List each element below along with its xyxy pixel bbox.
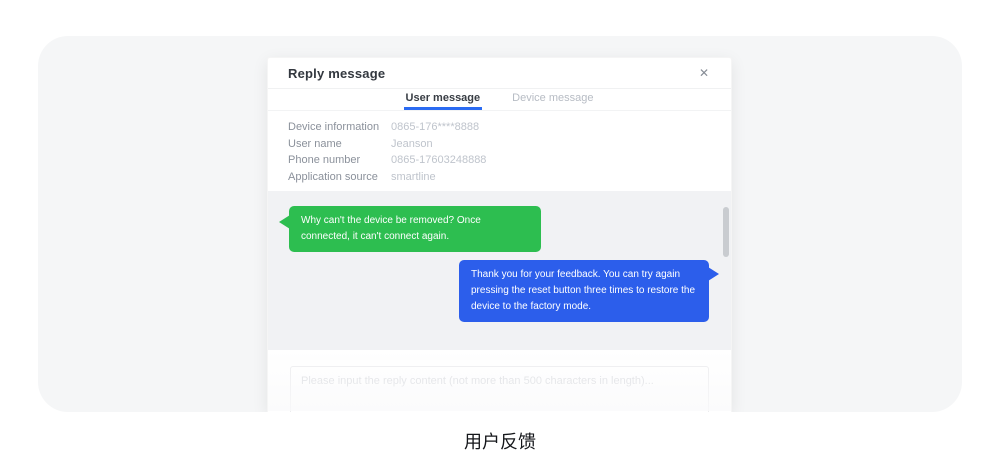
dialog-title: Reply message xyxy=(288,66,385,81)
info-value: 0865-176****8888 xyxy=(391,121,479,133)
info-label: User name xyxy=(288,138,391,150)
feedback-stage: Reply message ✕ User message Device mess… xyxy=(38,36,962,412)
reply-message-dialog: Reply message ✕ User message Device mess… xyxy=(267,57,732,412)
tab-user-message[interactable]: User message xyxy=(404,89,483,110)
reply-chat-bubble-text: Thank you for your feedback. You can try… xyxy=(471,269,695,312)
reply-chat-bubble: Thank you for your feedback. You can try… xyxy=(459,260,709,322)
reply-content-input[interactable] xyxy=(290,366,709,412)
reply-input-panel xyxy=(268,350,731,412)
message-tabs: User message Device message xyxy=(268,89,731,111)
info-label: Device information xyxy=(288,121,391,133)
bubble-tail-right xyxy=(708,267,719,281)
info-value: 0865-17603248888 xyxy=(391,154,486,166)
user-info-section: Device information 0865-176****8888 User… xyxy=(268,111,731,191)
info-label: Application source xyxy=(288,171,391,183)
info-row-device-information: Device information 0865-176****8888 xyxy=(288,119,711,136)
tab-device-message[interactable]: Device message xyxy=(510,89,595,110)
info-row-user-name: User name Jeanson xyxy=(288,136,711,153)
tab-device-message-label: Device message xyxy=(512,92,593,104)
info-value: smartline xyxy=(391,171,436,183)
user-chat-bubble: Why can't the device be removed? Once co… xyxy=(289,206,541,252)
page-caption: 用户反馈 xyxy=(0,428,1000,454)
close-icon[interactable]: ✕ xyxy=(697,65,711,81)
info-row-application-source: Application source smartline xyxy=(288,169,711,186)
user-chat-bubble-text: Why can't the device be removed? Once co… xyxy=(301,215,481,242)
info-value: Jeanson xyxy=(391,138,433,150)
info-label: Phone number xyxy=(288,154,391,166)
info-row-phone-number: Phone number 0865-17603248888 xyxy=(288,152,711,169)
dialog-header: Reply message ✕ xyxy=(268,58,731,89)
bubble-tail-left xyxy=(279,215,290,229)
chat-history-area: Why can't the device be removed? Once co… xyxy=(268,191,731,350)
chat-scrollbar-thumb[interactable] xyxy=(723,207,729,257)
tab-user-message-label: User message xyxy=(406,92,481,104)
